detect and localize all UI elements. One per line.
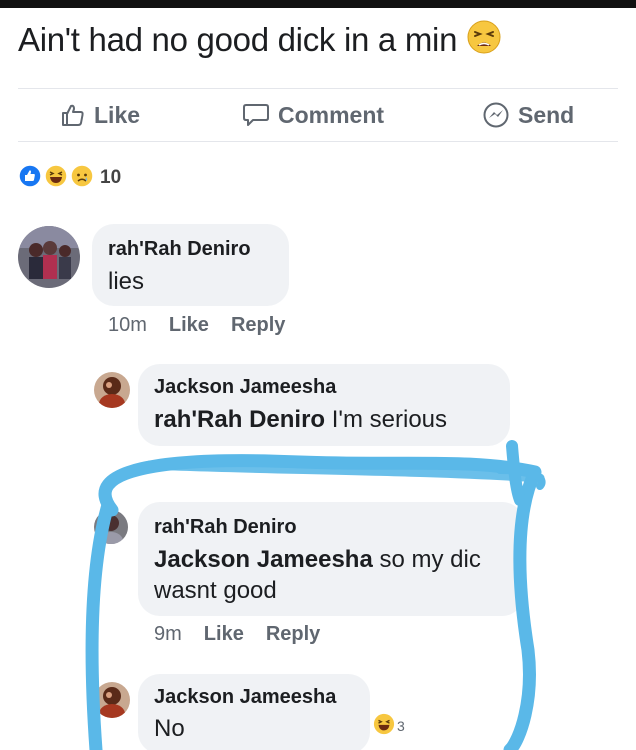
comment-reply-link[interactable]: Reply xyxy=(231,314,285,337)
comment-like-link[interactable]: Like xyxy=(204,623,244,646)
comment-author[interactable]: rah'Rah Deniro xyxy=(108,238,251,261)
like-button[interactable]: Like xyxy=(60,100,140,130)
comment-text: Jackson Jameesha so my dic xyxy=(154,544,481,575)
comment-author[interactable]: rah'Rah Deniro xyxy=(154,516,297,539)
send-button-label: Send xyxy=(518,101,575,128)
comment-author[interactable]: Jackson Jameesha xyxy=(154,376,336,399)
commenter-avatar[interactable] xyxy=(94,682,130,718)
messenger-icon xyxy=(482,101,510,129)
comment-text-body: I'm serious xyxy=(325,406,448,433)
tired-face-emoji-icon xyxy=(466,19,502,66)
reaction-count: 10 xyxy=(100,167,122,188)
comment-like-link[interactable]: Like xyxy=(169,314,209,337)
like-button-label: Like xyxy=(94,101,141,128)
comment-text: rah'Rah Deniro I'm serious xyxy=(154,404,447,435)
comment-time: 10m xyxy=(108,314,147,336)
post-action-bar: Like Comment Send xyxy=(18,88,618,142)
speech-bubble-icon xyxy=(242,102,270,128)
haha-reaction-icon xyxy=(373,713,395,738)
comment-text-line1: so my dic xyxy=(372,546,481,573)
send-button[interactable]: Send xyxy=(482,100,574,130)
comment-text: No xyxy=(154,715,185,742)
post-text: Ain't had no good dick in a min xyxy=(18,18,502,66)
comment-meta: 10m Like Reply xyxy=(108,314,285,337)
comment-reply-link[interactable]: Reply xyxy=(266,623,320,646)
comment-author[interactable]: Jackson Jameesha xyxy=(154,686,336,709)
post-body: Ain't had no good dick in a min xyxy=(18,21,458,58)
comment-reaction-summary[interactable]: 3 xyxy=(373,713,405,738)
commenter-avatar[interactable] xyxy=(94,510,128,544)
comment-text: lies xyxy=(108,268,145,295)
comment-button-label: Comment xyxy=(278,101,385,128)
comment-button[interactable]: Comment xyxy=(242,100,384,130)
like-reaction-icon xyxy=(18,163,42,193)
mention-link[interactable]: Jackson Jameesha xyxy=(154,546,373,573)
screenshot-page: Ain't had no good dick in a min Like Com… xyxy=(0,0,636,750)
mention-link[interactable]: rah'Rah Deniro xyxy=(154,406,325,433)
comment-reaction-count: 3 xyxy=(397,717,405,734)
sad-reaction-icon xyxy=(70,163,94,193)
commenter-avatar[interactable] xyxy=(94,372,130,408)
comment-meta: 9m Like Reply xyxy=(154,623,320,646)
haha-reaction-icon xyxy=(44,163,68,193)
comment-time: 9m xyxy=(154,623,182,645)
top-border xyxy=(0,0,636,8)
commenter-avatar[interactable] xyxy=(18,226,80,288)
thumbs-up-icon xyxy=(60,102,86,128)
comment-text-line2: wasnt good xyxy=(154,577,277,604)
reactions-summary[interactable]: 10 xyxy=(18,163,122,193)
